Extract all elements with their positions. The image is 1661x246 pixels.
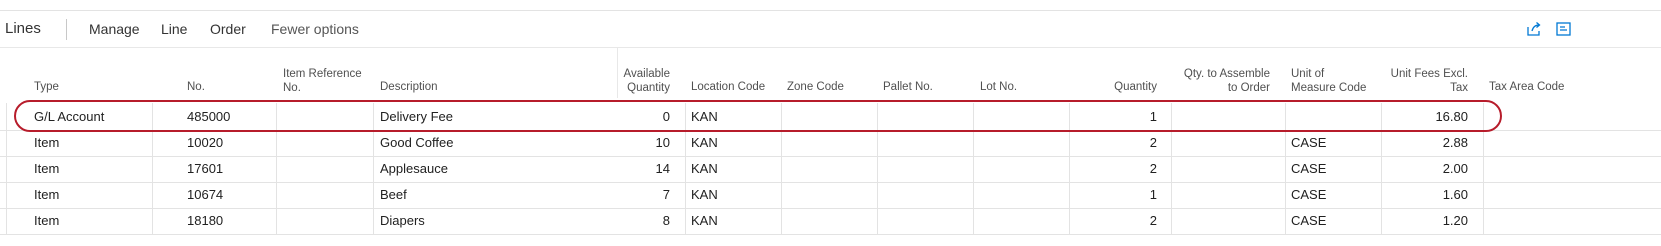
fewer-options-button[interactable]: Fewer options bbox=[271, 21, 359, 37]
cell-type[interactable]: Item bbox=[34, 161, 59, 176]
table-row[interactable]: Item 10020 Good Coffee 10 KAN 2 CASE 2.8… bbox=[0, 129, 1661, 157]
cell-type[interactable]: G/L Account bbox=[34, 109, 104, 124]
cell-type[interactable]: Item bbox=[34, 135, 59, 150]
cell-quantity[interactable]: 2 bbox=[1100, 135, 1157, 150]
cell-description[interactable]: Delivery Fee bbox=[380, 109, 453, 124]
cell-unit-fees[interactable]: 2.00 bbox=[1400, 161, 1468, 176]
order-menu[interactable]: Order bbox=[210, 21, 246, 37]
cell-description[interactable]: Diapers bbox=[380, 213, 425, 228]
cell-unit-of-measure[interactable]: CASE bbox=[1291, 135, 1326, 150]
expand-icon[interactable] bbox=[1555, 20, 1573, 38]
table-row[interactable]: Item 17601 Applesauce 14 KAN 2 CASE 2.00 bbox=[0, 155, 1661, 183]
cell-quantity[interactable]: 1 bbox=[1100, 187, 1157, 202]
column-header-available-quantity[interactable]: Available Quantity bbox=[605, 67, 670, 95]
table-row[interactable]: G/L Account 485000 Delivery Fee 0 KAN 1 … bbox=[0, 103, 1661, 131]
cell-unit-of-measure[interactable]: CASE bbox=[1291, 187, 1326, 202]
column-header-quantity[interactable]: Quantity bbox=[1090, 80, 1157, 94]
cell-available-quantity: 7 bbox=[662, 187, 670, 202]
table-row[interactable]: Item 10674 Beef 7 KAN 1 CASE 1.60 bbox=[0, 181, 1661, 209]
cell-unit-fees[interactable]: 1.60 bbox=[1400, 187, 1468, 202]
cell-description[interactable]: Applesauce bbox=[380, 161, 448, 176]
cell-location-code[interactable]: KAN bbox=[691, 135, 718, 150]
cell-quantity[interactable]: 2 bbox=[1100, 161, 1157, 176]
cell-available-quantity: 10 bbox=[655, 135, 670, 150]
column-header-type[interactable]: Type bbox=[34, 80, 59, 94]
cell-type[interactable]: Item bbox=[34, 213, 59, 228]
column-header-pallet-no[interactable]: Pallet No. bbox=[883, 80, 933, 94]
column-header-description[interactable]: Description bbox=[380, 80, 438, 94]
cell-unit-fees[interactable]: 2.88 bbox=[1400, 135, 1468, 150]
cell-available-quantity: 8 bbox=[662, 213, 670, 228]
column-header-tax-area-code[interactable]: Tax Area Code bbox=[1489, 80, 1579, 94]
manage-menu[interactable]: Manage bbox=[89, 21, 140, 37]
column-header-item-reference[interactable]: Item Reference No. bbox=[283, 67, 373, 95]
cell-unit-fees[interactable]: 1.20 bbox=[1400, 213, 1468, 228]
cell-no[interactable]: 10674 bbox=[187, 187, 223, 202]
column-header-zone-code[interactable]: Zone Code bbox=[787, 80, 844, 94]
table-row[interactable]: Item 18180 Diapers 8 KAN 2 CASE 1.20 bbox=[0, 207, 1661, 235]
cell-quantity[interactable]: 1 bbox=[1100, 109, 1157, 124]
cell-quantity[interactable]: 2 bbox=[1100, 213, 1157, 228]
cell-location-code[interactable]: KAN bbox=[691, 161, 718, 176]
cell-available-quantity: 0 bbox=[662, 109, 670, 124]
cell-unit-of-measure[interactable]: CASE bbox=[1291, 161, 1326, 176]
cell-no[interactable]: 10020 bbox=[187, 135, 223, 150]
toolbar-divider bbox=[0, 47, 1661, 48]
cell-no[interactable]: 17601 bbox=[187, 161, 223, 176]
column-header-unit-fees[interactable]: Unit Fees Excl. Tax bbox=[1389, 67, 1468, 95]
cell-location-code[interactable]: KAN bbox=[691, 187, 718, 202]
cell-unit-of-measure[interactable]: CASE bbox=[1291, 213, 1326, 228]
cell-location-code[interactable]: KAN bbox=[691, 109, 718, 124]
share-icon[interactable] bbox=[1525, 20, 1543, 38]
lines-title: Lines bbox=[5, 20, 41, 37]
cell-type[interactable]: Item bbox=[34, 187, 59, 202]
cell-available-quantity: 14 bbox=[655, 161, 670, 176]
line-menu[interactable]: Line bbox=[161, 21, 187, 37]
cell-description[interactable]: Beef bbox=[380, 187, 407, 202]
cell-description[interactable]: Good Coffee bbox=[380, 135, 453, 150]
lines-toolbar: Lines Manage Line Order Fewer options bbox=[0, 11, 1661, 47]
column-header-lot-no[interactable]: Lot No. bbox=[980, 80, 1017, 94]
cell-no[interactable]: 485000 bbox=[187, 109, 230, 124]
cell-location-code[interactable]: KAN bbox=[691, 213, 718, 228]
column-header-qty-to-assemble[interactable]: Qty. to Assemble to Order bbox=[1175, 67, 1270, 95]
column-header-location-code[interactable]: Location Code bbox=[691, 80, 765, 94]
cell-unit-fees[interactable]: 16.80 bbox=[1400, 109, 1468, 124]
toolbar-separator bbox=[66, 19, 67, 40]
column-header-no[interactable]: No. bbox=[187, 80, 205, 94]
column-header-unit-of-measure[interactable]: Unit of Measure Code bbox=[1291, 67, 1371, 95]
cell-no[interactable]: 18180 bbox=[187, 213, 223, 228]
